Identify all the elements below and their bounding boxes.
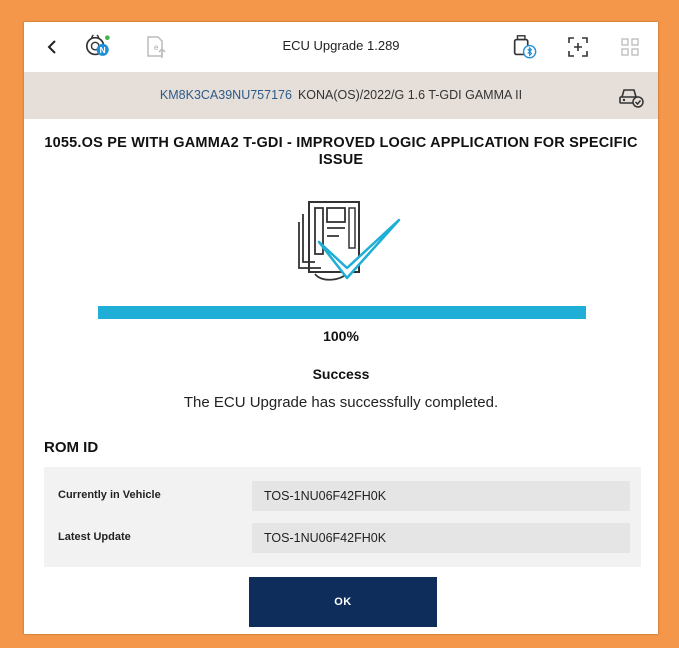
rom-row-value: TOS-1NU06F42FH0K (252, 523, 630, 553)
page-title: ECU Upgrade 1.289 (282, 38, 400, 53)
progress-fill (98, 306, 586, 319)
rom-id-table: Currently in Vehicle TOS-1NU06F42FH0K La… (44, 467, 641, 567)
upgrade-progress-bar (98, 306, 586, 319)
status-message: The ECU Upgrade has successfully complet… (183, 394, 499, 411)
rom-row-value: TOS-1NU06F42FH0K (252, 481, 630, 511)
ecu-success-icon (281, 198, 401, 288)
status-text: Success (312, 366, 370, 382)
top-bar: N e ECU Upgrade 1.289 (24, 22, 658, 72)
vci-bluetooth-icon[interactable] (510, 33, 538, 61)
rom-row-label: Currently in Vehicle (58, 489, 161, 501)
screen-capture-icon[interactable] (564, 33, 592, 61)
grid-icon[interactable] (616, 33, 644, 61)
vin-number: KM8K3CA39NU757176 (159, 88, 292, 102)
rom-row-label: Latest Update (58, 531, 131, 543)
car-check-icon[interactable] (618, 84, 644, 108)
vehicle-info: KM8K3CA39NU757176 KONA(OS)/2022/G 1.6 T-G… (24, 88, 658, 102)
progress-percent: 100% (323, 328, 359, 344)
vehicle-description: KONA(OS)/2022/G 1.6 T-GDI GAMMA II (297, 88, 523, 102)
app-window: N e ECU Upgrade 1.289 KM8K3CA39NU757176 … (24, 22, 658, 634)
vehicle-info-bar: KM8K3CA39NU757176 KONA(OS)/2022/G 1.6 T-G… (24, 72, 658, 119)
rom-id-title: ROM ID (44, 439, 99, 456)
rom-row-current: Currently in Vehicle TOS-1NU06F42FH0K (44, 477, 641, 513)
ok-button[interactable]: OK (249, 577, 437, 627)
upgrade-heading: 1055.OS PE WITH GAMMA2 T-GDI - IMPROVED … (44, 135, 638, 168)
rom-row-latest: Latest Update TOS-1NU06F42FH0K (44, 519, 641, 555)
